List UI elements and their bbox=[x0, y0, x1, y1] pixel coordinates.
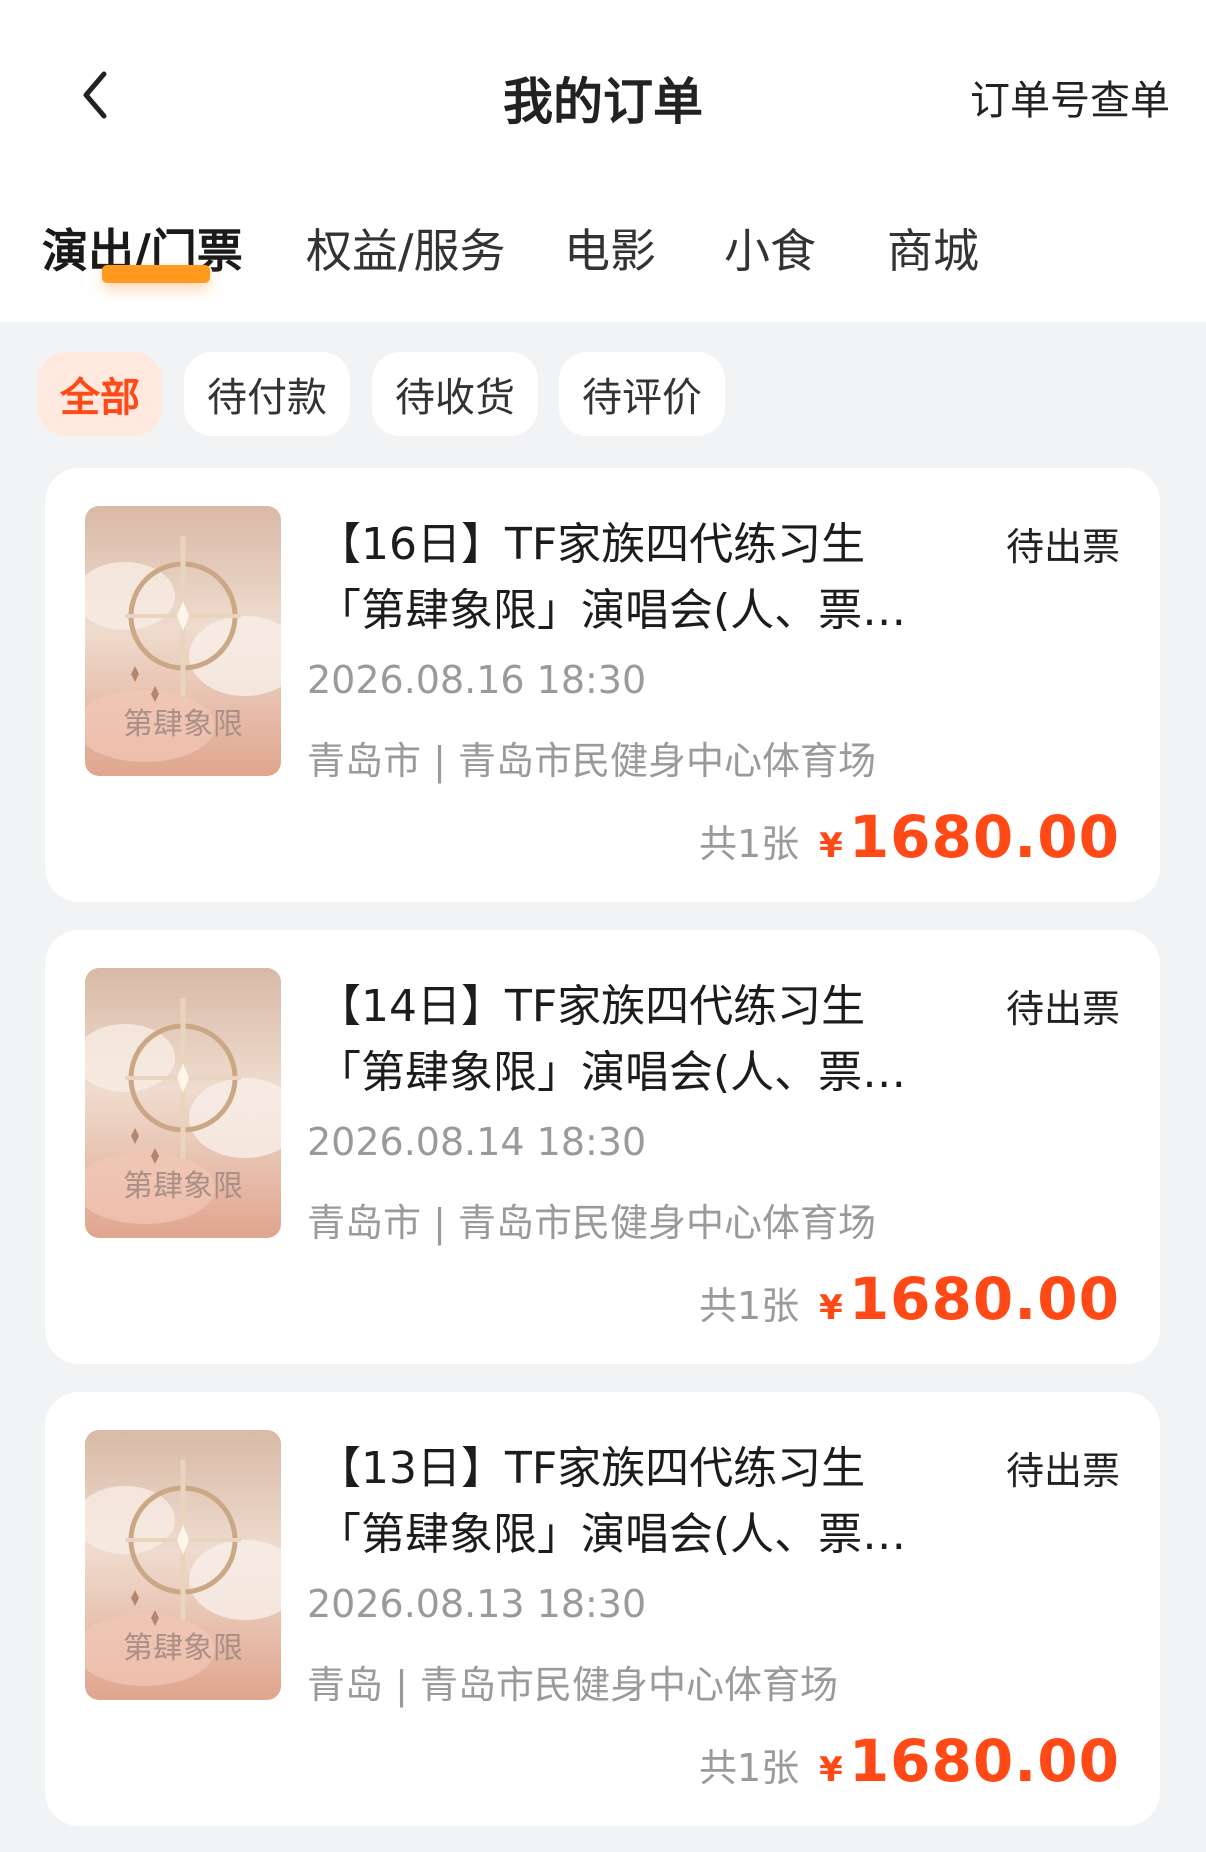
event-poster-image: 第肆象限 bbox=[85, 968, 281, 1238]
event-title-line: 【13日】TF家族四代练习生 bbox=[317, 1443, 866, 1494]
filter-pending-payment[interactable]: 待付款 bbox=[184, 352, 350, 436]
event-venue: 青岛市 | 青岛市民健身中心体育场 bbox=[307, 739, 876, 783]
back-button[interactable] bbox=[70, 60, 120, 130]
poster-title-text: 第肆象限 bbox=[123, 707, 243, 742]
event-venue: 青岛市 | 青岛市民健身中心体育场 bbox=[307, 1201, 876, 1245]
order-amount: 1680.00 bbox=[848, 803, 1120, 871]
active-tab-indicator bbox=[102, 265, 210, 283]
top-bar: 我的订单 订单号查单 演出/门票 权益/服务 电影 小食 商城 bbox=[0, 0, 1206, 322]
ticket-quantity: 共1张 bbox=[698, 822, 800, 866]
tab-snacks[interactable]: 小食 bbox=[724, 215, 816, 281]
currency-symbol: ¥ bbox=[819, 826, 843, 866]
ticket-quantity: 共1张 bbox=[698, 1284, 800, 1328]
filter-all[interactable]: 全部 bbox=[38, 352, 162, 436]
event-title-line: 「第肆象限」演唱会(人、票… bbox=[317, 1509, 907, 1560]
order-status: 待出票 bbox=[1005, 987, 1120, 1031]
order-status: 待出票 bbox=[1005, 1449, 1120, 1493]
order-card[interactable]: 第肆象限 【13日】TF家族四代练习生 「第肆象限」演唱会(人、票… 待出票 2… bbox=[45, 1392, 1160, 1826]
price-row: 共1张 ¥ 1680.00 bbox=[699, 1727, 1120, 1795]
order-number-search-link[interactable]: 订单号查单 bbox=[970, 68, 1170, 126]
event-datetime: 2026.08.16 18:30 bbox=[307, 658, 647, 702]
event-title: 【16日】TF家族四代练习生 「第肆象限」演唱会(人、票… bbox=[317, 512, 997, 644]
chevron-left-icon bbox=[83, 71, 107, 119]
tab-mall[interactable]: 商城 bbox=[887, 215, 979, 281]
event-poster-image: 第肆象限 bbox=[85, 1430, 281, 1700]
event-venue: 青岛 | 青岛市民健身中心体育场 bbox=[307, 1663, 838, 1707]
ticket-quantity: 共1张 bbox=[698, 1746, 800, 1790]
event-title-line: 「第肆象限」演唱会(人、票… bbox=[317, 585, 907, 636]
event-title: 【13日】TF家族四代练习生 「第肆象限」演唱会(人、票… bbox=[317, 1436, 997, 1568]
event-poster-image: 第肆象限 bbox=[85, 506, 281, 776]
event-datetime: 2026.08.13 18:30 bbox=[307, 1582, 647, 1626]
event-title-line: 【14日】TF家族四代练习生 bbox=[317, 981, 866, 1032]
filter-pending-review[interactable]: 待评价 bbox=[559, 352, 725, 436]
order-status: 待出票 bbox=[1005, 525, 1120, 569]
price-row: 共1张 ¥ 1680.00 bbox=[699, 803, 1120, 871]
price-row: 共1张 ¥ 1680.00 bbox=[699, 1265, 1120, 1333]
currency-symbol: ¥ bbox=[819, 1750, 843, 1790]
order-card[interactable]: 第肆象限 【14日】TF家族四代练习生 「第肆象限」演唱会(人、票… 待出票 2… bbox=[45, 930, 1160, 1364]
order-amount: 1680.00 bbox=[848, 1727, 1120, 1795]
poster-title-text: 第肆象限 bbox=[123, 1631, 243, 1666]
tab-movies[interactable]: 电影 bbox=[564, 215, 656, 281]
currency-symbol: ¥ bbox=[819, 1288, 843, 1328]
filter-pending-receipt[interactable]: 待收货 bbox=[372, 352, 538, 436]
status-filter-bar: 全部 待付款 待收货 待评价 bbox=[38, 352, 1178, 436]
poster-title-text: 第肆象限 bbox=[123, 1169, 243, 1204]
event-title-line: 「第肆象限」演唱会(人、票… bbox=[317, 1047, 907, 1098]
event-title: 【14日】TF家族四代练习生 「第肆象限」演唱会(人、票… bbox=[317, 974, 997, 1106]
tab-benefits-services[interactable]: 权益/服务 bbox=[306, 215, 506, 281]
order-amount: 1680.00 bbox=[848, 1265, 1120, 1333]
order-card[interactable]: 第肆象限 【16日】TF家族四代练习生 「第肆象限」演唱会(人、票… 待出票 2… bbox=[45, 468, 1160, 902]
event-datetime: 2026.08.14 18:30 bbox=[307, 1120, 647, 1164]
event-title-line: 【16日】TF家族四代练习生 bbox=[317, 519, 866, 570]
